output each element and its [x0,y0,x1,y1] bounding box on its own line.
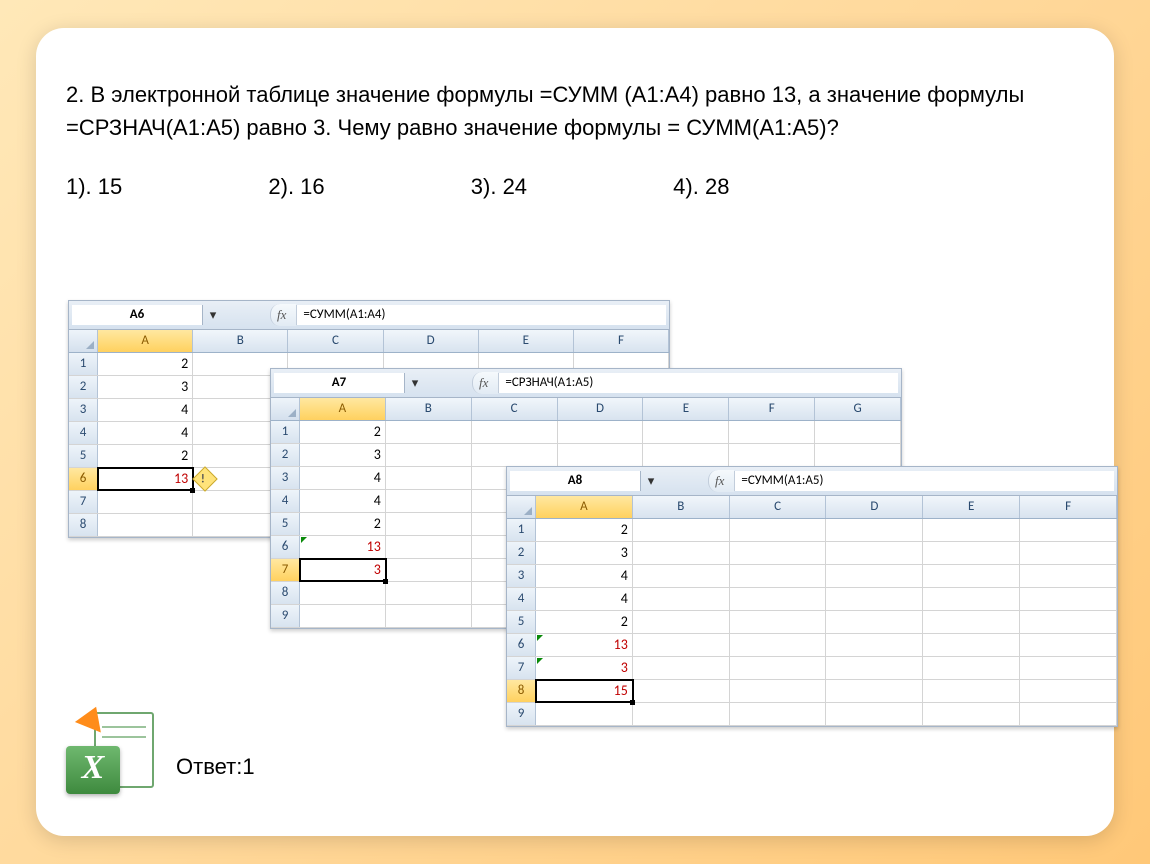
option-4: 4). 28 [673,174,729,200]
row-header[interactable]: 6 [271,536,300,558]
cell[interactable]: 3 [98,376,193,398]
cell[interactable]: 4 [98,399,193,421]
row-header[interactable]: 4 [271,490,300,512]
cell[interactable]: 2 [98,445,193,467]
col-header-E[interactable]: E [643,398,729,420]
row-header[interactable]: 7 [271,559,300,581]
fx-icon: fx [715,473,724,489]
column-headers: A B C D E F G [271,398,901,421]
row-header[interactable]: 6 [507,634,536,656]
col-header-B[interactable]: B [386,398,472,420]
dropdown-icon[interactable]: ▾ [408,376,422,391]
column-headers: A B C D E F [507,496,1117,519]
fx-icon: fx [277,307,286,323]
row-header[interactable]: 3 [271,467,300,489]
row-header[interactable]: 3 [69,399,98,421]
col-header-D[interactable]: D [384,330,479,352]
col-header-D[interactable]: D [826,496,923,518]
row-header[interactable]: 2 [271,444,300,466]
formula-marker-icon [537,658,543,664]
col-header-E[interactable]: E [923,496,1020,518]
row-header[interactable]: 7 [507,657,536,679]
name-box[interactable]: A8 [510,471,641,491]
option-2: 2). 16 [268,174,324,200]
col-header-G[interactable]: G [815,398,901,420]
row-header[interactable]: 6 [69,468,98,490]
fx-icon: fx [479,375,488,391]
col-header-A[interactable]: A [98,330,193,352]
formula-bar: A7 ▾ fx =СРЗНАЧ(A1:A5) [271,369,901,398]
col-header-F[interactable]: F [729,398,815,420]
option-1: 1). 15 [66,174,122,200]
formula-input[interactable]: =СУММ(A1:A5) [734,471,1114,491]
col-header-F[interactable]: F [1020,496,1117,518]
excel-screenshot-3: A8 ▾ fx =СУММ(A1:A5) A B C D E F 12 23 3… [506,466,1118,727]
row-header[interactable]: 5 [271,513,300,535]
cell[interactable]: 4 [98,422,193,444]
select-all-corner[interactable] [271,398,300,420]
col-header-B[interactable]: B [193,330,288,352]
select-all-corner[interactable] [507,496,536,518]
row-header[interactable]: 7 [69,491,98,513]
dropdown-icon[interactable]: ▾ [206,308,220,323]
col-header-A[interactable]: A [300,398,386,420]
formula-input[interactable]: =СУММ(A1:A4) [296,305,666,325]
row-header[interactable]: 1 [271,421,300,443]
col-header-A[interactable]: A [536,496,633,518]
dropdown-icon[interactable]: ▾ [644,474,658,489]
col-header-C[interactable]: C [730,496,827,518]
fx-button[interactable]: fx [708,470,734,492]
fx-button[interactable]: fx [472,372,498,394]
row-header[interactable]: 8 [271,582,300,604]
formula-input[interactable]: =СРЗНАЧ(A1:A5) [498,373,898,393]
name-box[interactable]: A6 [72,305,203,325]
col-header-C[interactable]: C [472,398,558,420]
row-header[interactable]: 4 [507,588,536,610]
row-header[interactable]: 2 [69,376,98,398]
excel-logo-icon: X [66,706,154,794]
row-header[interactable]: 5 [507,611,536,633]
option-3: 3). 24 [471,174,527,200]
formula-marker-icon [537,635,543,641]
row-header[interactable]: 3 [507,565,536,587]
cell[interactable]: 2 [98,353,193,375]
row-header[interactable]: 1 [69,353,98,375]
row-header[interactable]: 8 [507,680,536,702]
formula-bar: A8 ▾ fx =СУММ(A1:A5) [507,467,1117,496]
cell-selected[interactable]: 13 [98,468,193,490]
answer-options: 1). 15 2). 16 3). 24 4). 28 [66,174,1084,200]
answer-label: Ответ:1 [176,754,255,780]
col-header-E[interactable]: E [479,330,574,352]
col-header-C[interactable]: C [288,330,383,352]
row-header[interactable]: 4 [69,422,98,444]
formula-marker-icon [301,537,307,543]
row-header[interactable]: 9 [271,605,300,627]
col-header-F[interactable]: F [574,330,669,352]
row-header[interactable]: 2 [507,542,536,564]
select-all-corner[interactable] [69,330,98,352]
fx-button[interactable]: fx [270,304,296,326]
row-header[interactable]: 5 [69,445,98,467]
column-headers: A B C D E F [69,330,669,353]
cell-selected[interactable]: 3 [300,559,386,581]
name-box[interactable]: A7 [274,373,405,393]
col-header-B[interactable]: B [633,496,730,518]
question-text: 2. В электронной таблице значение формул… [66,78,1084,144]
row-header[interactable]: 1 [507,519,536,541]
col-header-D[interactable]: D [558,398,644,420]
cell-selected[interactable]: 15 [536,680,633,702]
row-header[interactable]: 9 [507,703,536,725]
formula-bar: A6 ▾ fx =СУММ(A1:A4) [69,301,669,330]
slide-card: 2. В электронной таблице значение формул… [36,28,1114,836]
row-header[interactable]: 8 [69,514,98,536]
